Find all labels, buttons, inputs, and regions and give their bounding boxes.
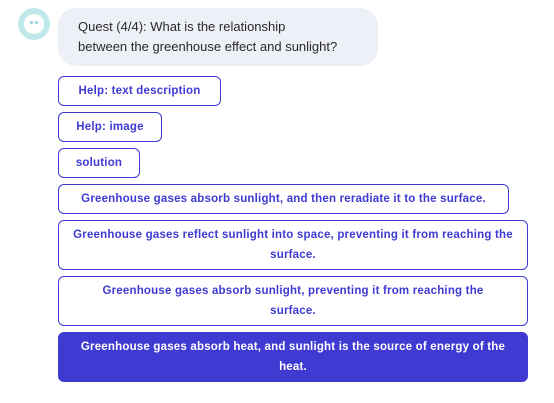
avatar-eye-right: [35, 21, 38, 24]
solution-button[interactable]: solution: [58, 148, 140, 178]
question-line-2: between the greenhouse effect and sunlig…: [78, 39, 338, 54]
answer-option-3[interactable]: Greenhouse gases absorb sunlight, preven…: [58, 276, 528, 326]
answer-option-1[interactable]: Greenhouse gases absorb sunlight, and th…: [58, 184, 509, 214]
smiley-bot-icon: [24, 14, 44, 34]
option-label: solution: [75, 157, 123, 169]
help-image-button[interactable]: Help: image: [58, 112, 162, 142]
option-label: Greenhouse gases reflect sunlight into s…: [73, 229, 513, 261]
option-label: Help: text description: [78, 85, 201, 97]
avatar-eye-left: [30, 21, 33, 24]
option-label: Greenhouse gases absorb sunlight, and th…: [81, 193, 486, 205]
option-label: Greenhouse gases absorb heat, and sunlig…: [80, 341, 506, 373]
option-label: Greenhouse gases absorb sunlight, preven…: [102, 285, 484, 317]
question-bubble: Quest (4/4): What is the relationship be…: [58, 8, 378, 66]
option-label: Help: image: [76, 121, 144, 133]
answer-option-4-selected[interactable]: Greenhouse gases absorb heat, and sunlig…: [58, 332, 528, 382]
question-line-1: Quest (4/4): What is the relationship: [78, 19, 286, 34]
answer-option-2[interactable]: Greenhouse gases reflect sunlight into s…: [58, 220, 528, 270]
help-text-description-button[interactable]: Help: text description: [58, 76, 221, 106]
bot-avatar: [18, 8, 50, 40]
